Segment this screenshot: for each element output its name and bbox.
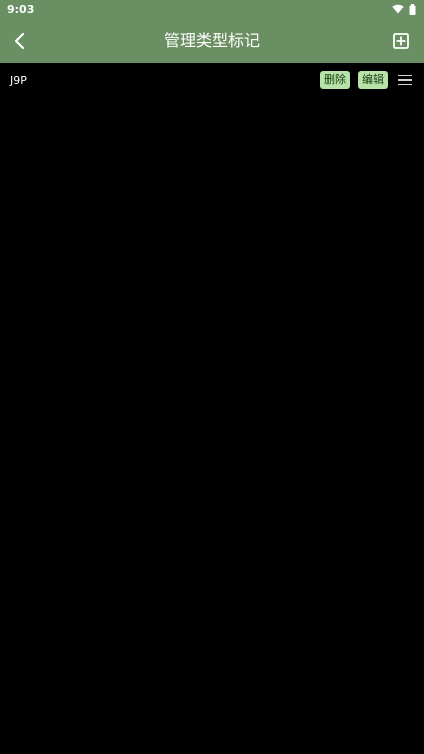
list-item: J9P 删除 编辑 xyxy=(0,63,424,97)
add-type-button[interactable] xyxy=(386,18,416,63)
battery-icon xyxy=(409,3,416,15)
edit-button[interactable]: 编辑 xyxy=(358,71,388,89)
item-name: J9P xyxy=(10,73,27,87)
back-button[interactable] xyxy=(0,18,40,63)
add-box-icon xyxy=(393,32,409,49)
status-icons xyxy=(392,3,416,15)
status-time: 9:03 xyxy=(7,2,35,16)
wifi-icon xyxy=(392,4,404,14)
screen: 9:03 管理类型标记 J9P 删除 编辑 xyxy=(0,0,424,754)
top-bar-container: 9:03 管理类型标记 xyxy=(0,0,424,63)
drag-handle-icon[interactable] xyxy=(398,72,414,88)
page-title: 管理类型标记 xyxy=(163,31,260,50)
back-arrow-icon xyxy=(14,32,25,49)
app-bar: 管理类型标记 xyxy=(0,18,424,63)
type-marker-list: J9P 删除 编辑 xyxy=(0,63,424,97)
status-bar: 9:03 xyxy=(0,0,424,18)
delete-button[interactable]: 删除 xyxy=(320,71,350,89)
